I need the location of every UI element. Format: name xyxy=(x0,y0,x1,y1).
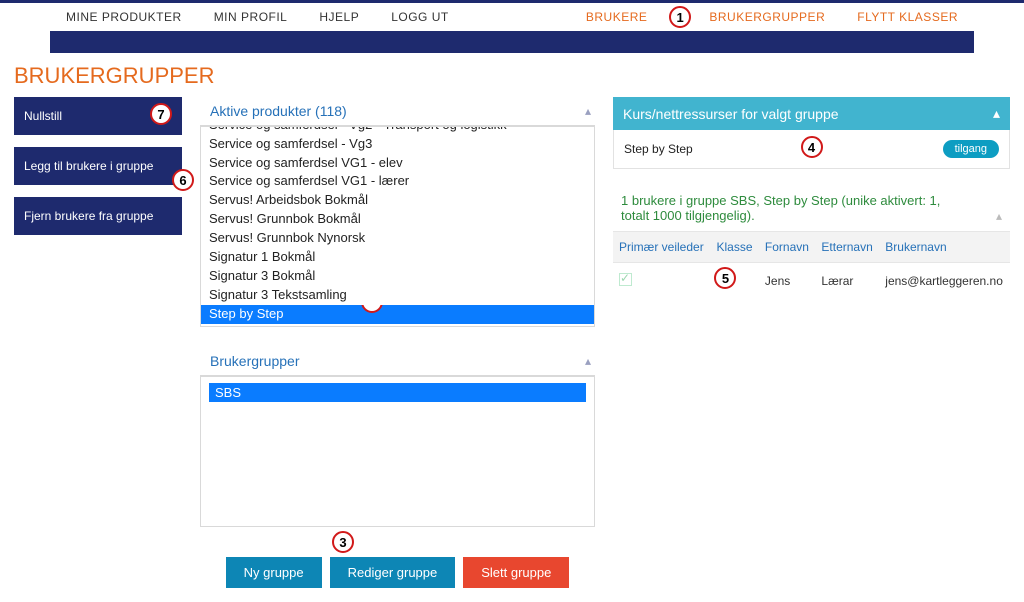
list-item[interactable]: Servus! Grunnbok Nynorsk xyxy=(201,229,594,248)
chevron-up-icon: ▴ xyxy=(993,105,1000,122)
col-brukernavn[interactable]: Brukernavn xyxy=(879,232,1010,263)
top-nav: MINE PRODUKTER MIN PROFIL HJELP LOGG UT … xyxy=(50,3,974,31)
list-item[interactable]: Step by Step2 xyxy=(201,305,594,324)
tilgang-badge[interactable]: tilgang xyxy=(943,140,999,158)
fjern-brukere-button[interactable]: Fjern brukere fra gruppe xyxy=(14,197,182,235)
marker-5: 5 xyxy=(714,267,736,289)
list-item[interactable]: Signatur 1 Bokmål xyxy=(201,248,594,267)
nav-mine-produkter[interactable]: MINE PRODUKTER xyxy=(50,10,198,24)
nullstill-button[interactable]: Nullstill 7 xyxy=(14,97,182,135)
marker-4: 4 xyxy=(801,136,823,158)
active-products-header[interactable]: Aktive produkter (118) ▴ xyxy=(200,97,595,127)
rediger-gruppe-button[interactable]: Rediger gruppe xyxy=(330,557,456,588)
nav-flytt-klasser[interactable]: FLYTT KLASSER xyxy=(841,10,974,24)
marker-3: 3 xyxy=(332,531,354,553)
legg-til-brukere-button[interactable]: Legg til brukere i gruppe 6 xyxy=(14,147,182,185)
chevron-up-icon: ▴ xyxy=(585,104,591,118)
brukergrupper-header[interactable]: Brukergrupper ▴ xyxy=(200,347,595,377)
nav-brukergrupper[interactable]: BRUKERGRUPPER xyxy=(693,10,841,24)
nullstill-label: Nullstill xyxy=(24,109,62,123)
primary-checkbox-icon[interactable] xyxy=(619,273,632,286)
list-item[interactable]: Service og samferdsel - Vg3 xyxy=(201,135,594,154)
cell-brukernavn: jens@kartleggeren.no xyxy=(879,263,1010,300)
table-row[interactable]: 5 Jens Lærar jens@kartleggeren.no xyxy=(613,263,1010,300)
list-item[interactable]: Servus! Grunnbok Bokmål xyxy=(201,210,594,229)
resources-header[interactable]: Kurs/nettressurser for valgt gruppe ▴ xyxy=(613,97,1010,130)
slett-gruppe-button[interactable]: Slett gruppe xyxy=(463,557,569,588)
group-item[interactable]: SBS xyxy=(209,383,586,402)
list-item[interactable]: Service og samferdsel - Vg2 - Transport … xyxy=(201,127,594,135)
list-item[interactable]: Signatur 3 Bokmål xyxy=(201,267,594,286)
nav-min-profil[interactable]: MIN PROFIL xyxy=(198,10,304,24)
marker-2: 2 xyxy=(361,305,383,313)
list-item[interactable]: Servus! Arbeidsbok Bokmål xyxy=(201,191,594,210)
fjern-label: Fjern brukere fra gruppe xyxy=(24,209,153,223)
nav-hjelp[interactable]: HJELP xyxy=(303,10,375,24)
list-item[interactable]: Service og samferdsel VG1 - lærer xyxy=(201,172,594,191)
active-products-list[interactable]: Sats TekstbokService og innovasjonServic… xyxy=(200,127,595,327)
legg-til-label: Legg til brukere i gruppe xyxy=(24,159,153,173)
col-klasse[interactable]: Klasse xyxy=(710,232,758,263)
cell-fornavn: Jens xyxy=(759,263,815,300)
chevron-up-icon: ▴ xyxy=(996,209,1002,223)
resources-title: Kurs/nettressurser for valgt gruppe xyxy=(623,106,839,122)
brukergrupper-list[interactable]: SBS xyxy=(200,377,595,527)
resource-row: Step by Step 4 tilgang xyxy=(613,130,1010,169)
cell-etternavn: Lærar xyxy=(815,263,879,300)
nav-brukere-label: BRUKERE xyxy=(586,10,648,24)
col-primaer-veileder[interactable]: Primær veileder xyxy=(613,232,710,263)
list-item[interactable]: Service og samferdsel VG1 - elev xyxy=(201,154,594,173)
marker-7: 7 xyxy=(150,103,172,125)
col-fornavn[interactable]: Fornavn xyxy=(759,232,815,263)
col-etternavn[interactable]: Etternavn xyxy=(815,232,879,263)
chevron-up-icon: ▴ xyxy=(585,354,591,368)
page-title: BRUKERGRUPPER xyxy=(0,63,1024,97)
ny-gruppe-button[interactable]: Ny gruppe xyxy=(226,557,322,588)
nav-brukere[interactable]: BRUKERE 1 xyxy=(570,10,664,24)
marker-1: 1 xyxy=(669,6,691,28)
active-products-title: Aktive produkter (118) xyxy=(210,103,347,119)
list-item[interactable]: Signatur 3 Tekstsamling xyxy=(201,286,594,305)
header-blue-strip xyxy=(50,31,974,53)
resource-name: Step by Step xyxy=(624,142,693,156)
user-table: Primær veileder Klasse Fornavn Etternavn… xyxy=(613,231,1010,299)
brukergrupper-title: Brukergrupper xyxy=(210,353,300,369)
group-summary: 1 brukere i gruppe SBS, Step by Step (un… xyxy=(621,193,972,223)
nav-logg-ut[interactable]: LOGG UT xyxy=(375,10,465,24)
marker-6: 6 xyxy=(172,169,194,191)
